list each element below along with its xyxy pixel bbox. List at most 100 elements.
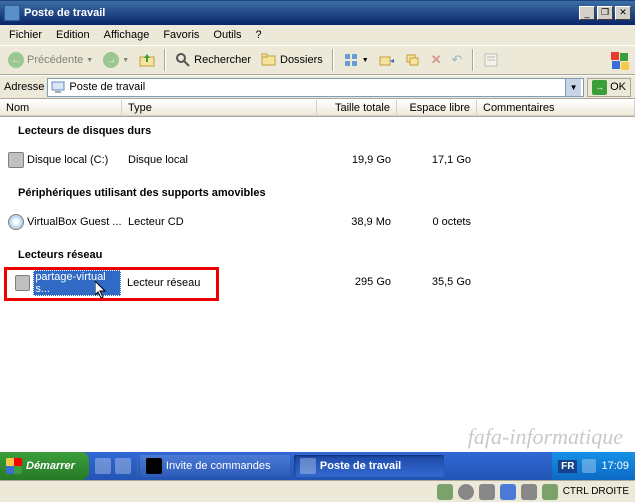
views-icon (343, 52, 359, 68)
start-button[interactable]: Démarrer (0, 452, 89, 480)
drive-name: VirtualBox Guest ... (27, 216, 122, 228)
drive-free: 0 octets (397, 216, 477, 228)
address-label: Adresse (4, 81, 44, 93)
drive-type: Lecteur réseau (121, 277, 201, 289)
search-button[interactable]: Rechercher (171, 50, 255, 70)
col-free[interactable]: Espace libre (397, 100, 477, 116)
minimize-button[interactable]: _ (579, 6, 595, 20)
group-network: Lecteurs réseau (0, 241, 635, 265)
drive-name: partage-virtual s... (33, 270, 121, 296)
menu-help[interactable]: ? (249, 27, 269, 43)
go-button[interactable]: → OK (587, 78, 631, 97)
col-total[interactable]: Taille totale (317, 100, 397, 116)
address-bar: Adresse Poste de travail ▼ → OK (0, 75, 635, 99)
toolbar: ← Précédente ▼ → ▼ Rechercher Dossiers ▼… (0, 45, 635, 75)
moveto-icon (379, 52, 395, 68)
menu-bar: Fichier Edition Affichage Favoris Outils… (0, 25, 635, 45)
drive-row-cd[interactable]: VirtualBox Guest ... Lecteur CD 38,9 Mo … (0, 213, 635, 231)
move-button[interactable] (375, 50, 399, 70)
task-explorer[interactable]: Poste de travail (294, 455, 444, 477)
drive-free: 35,5 Go (397, 276, 477, 288)
menu-favorites[interactable]: Favoris (156, 27, 206, 43)
show-desktop-icon[interactable] (95, 458, 111, 474)
cd-icon (8, 214, 24, 230)
back-arrow-icon: ← (8, 52, 24, 68)
maximize-button[interactable]: ❐ (597, 6, 613, 20)
window-title: Poste de travail (24, 7, 577, 19)
drive-type: Disque local (122, 154, 317, 166)
tray-icon[interactable] (582, 459, 596, 473)
drive-total: 295 Go (317, 276, 397, 288)
dropdown-icon: ▼ (362, 57, 369, 64)
task-cmd[interactable]: Invite de commandes (140, 455, 290, 477)
properties-button[interactable] (479, 50, 503, 70)
vm-network-icon[interactable] (479, 484, 495, 500)
column-headers: Nom Type Taille totale Espace libre Comm… (0, 99, 635, 116)
separator (137, 455, 138, 477)
menu-file[interactable]: Fichier (2, 27, 49, 43)
close-button[interactable]: ✕ (615, 6, 631, 20)
vm-disk-icon[interactable] (437, 484, 453, 500)
group-removable: Périphériques utilisant des supports amo… (0, 179, 635, 203)
drive-name: Disque local (C:) (27, 154, 108, 166)
language-indicator[interactable]: FR (558, 460, 577, 473)
menu-edit[interactable]: Edition (49, 27, 97, 43)
drive-row-network[interactable]: partage-virtual s... Lecteur réseau (7, 274, 216, 292)
drive-free: 17,1 Go (397, 154, 477, 166)
delete-icon: ✕ (431, 52, 442, 68)
undo-icon: ↶ (452, 52, 463, 68)
drive-total: 19,9 Go (317, 154, 397, 166)
folders-button[interactable]: Dossiers (257, 50, 327, 70)
vm-status-bar: CTRL DROITE (0, 480, 635, 502)
col-comments[interactable]: Commentaires (477, 100, 635, 116)
start-label: Démarrer (26, 460, 75, 472)
folder-up-icon (139, 52, 155, 68)
address-input[interactable]: Poste de travail ▼ (47, 78, 584, 97)
copyto-icon (405, 52, 421, 68)
address-dropdown-icon[interactable]: ▼ (565, 79, 581, 96)
task-label: Poste de travail (320, 460, 401, 472)
cmd-icon (146, 458, 162, 474)
copy-button[interactable] (401, 50, 425, 70)
up-button[interactable] (135, 50, 159, 70)
highlight-annotation: partage-virtual s... Lecteur réseau (4, 267, 219, 301)
dropdown-icon: ▼ (86, 57, 93, 64)
go-label: OK (610, 81, 626, 93)
vm-display-icon[interactable] (521, 484, 537, 500)
separator (332, 49, 334, 71)
computer-icon (300, 458, 316, 474)
delete-button[interactable]: ✕ (427, 50, 446, 70)
search-icon (175, 52, 191, 68)
undo-button[interactable]: ↶ (448, 50, 467, 70)
app-icon (4, 5, 20, 21)
hdd-icon (8, 152, 24, 168)
quick-launch (89, 458, 137, 474)
clock[interactable]: 17:09 (601, 460, 629, 472)
menu-view[interactable]: Affichage (97, 27, 157, 43)
host-key-label: CTRL DROITE (563, 486, 629, 497)
drive-row-local[interactable]: Disque local (C:) Disque local 19,9 Go 1… (0, 151, 635, 169)
windows-flag-icon (609, 50, 631, 72)
vm-cd-icon[interactable] (458, 484, 474, 500)
file-list: Lecteurs de disques durs Disque local (C… (0, 116, 635, 452)
search-label: Rechercher (194, 54, 251, 66)
vm-shared-icon[interactable] (500, 484, 516, 500)
address-value: Poste de travail (69, 81, 562, 93)
forward-button[interactable]: → ▼ (99, 50, 133, 70)
back-button[interactable]: ← Précédente ▼ (4, 50, 97, 70)
menu-tools[interactable]: Outils (206, 27, 248, 43)
task-label: Invite de commandes (166, 460, 271, 472)
col-name[interactable]: Nom (0, 100, 122, 116)
group-hdd: Lecteurs de disques durs (0, 117, 635, 141)
vm-mouse-icon[interactable] (542, 484, 558, 500)
go-arrow-icon: → (592, 80, 607, 95)
network-drive-icon (15, 275, 30, 291)
title-bar: Poste de travail _ ❐ ✕ (0, 0, 635, 25)
properties-icon (483, 52, 499, 68)
separator (164, 49, 166, 71)
taskbar: Démarrer Invite de commandes Poste de tr… (0, 452, 635, 480)
views-button[interactable]: ▼ (339, 50, 373, 70)
folders-icon (261, 52, 277, 68)
col-type[interactable]: Type (122, 100, 317, 116)
ie-icon[interactable] (115, 458, 131, 474)
